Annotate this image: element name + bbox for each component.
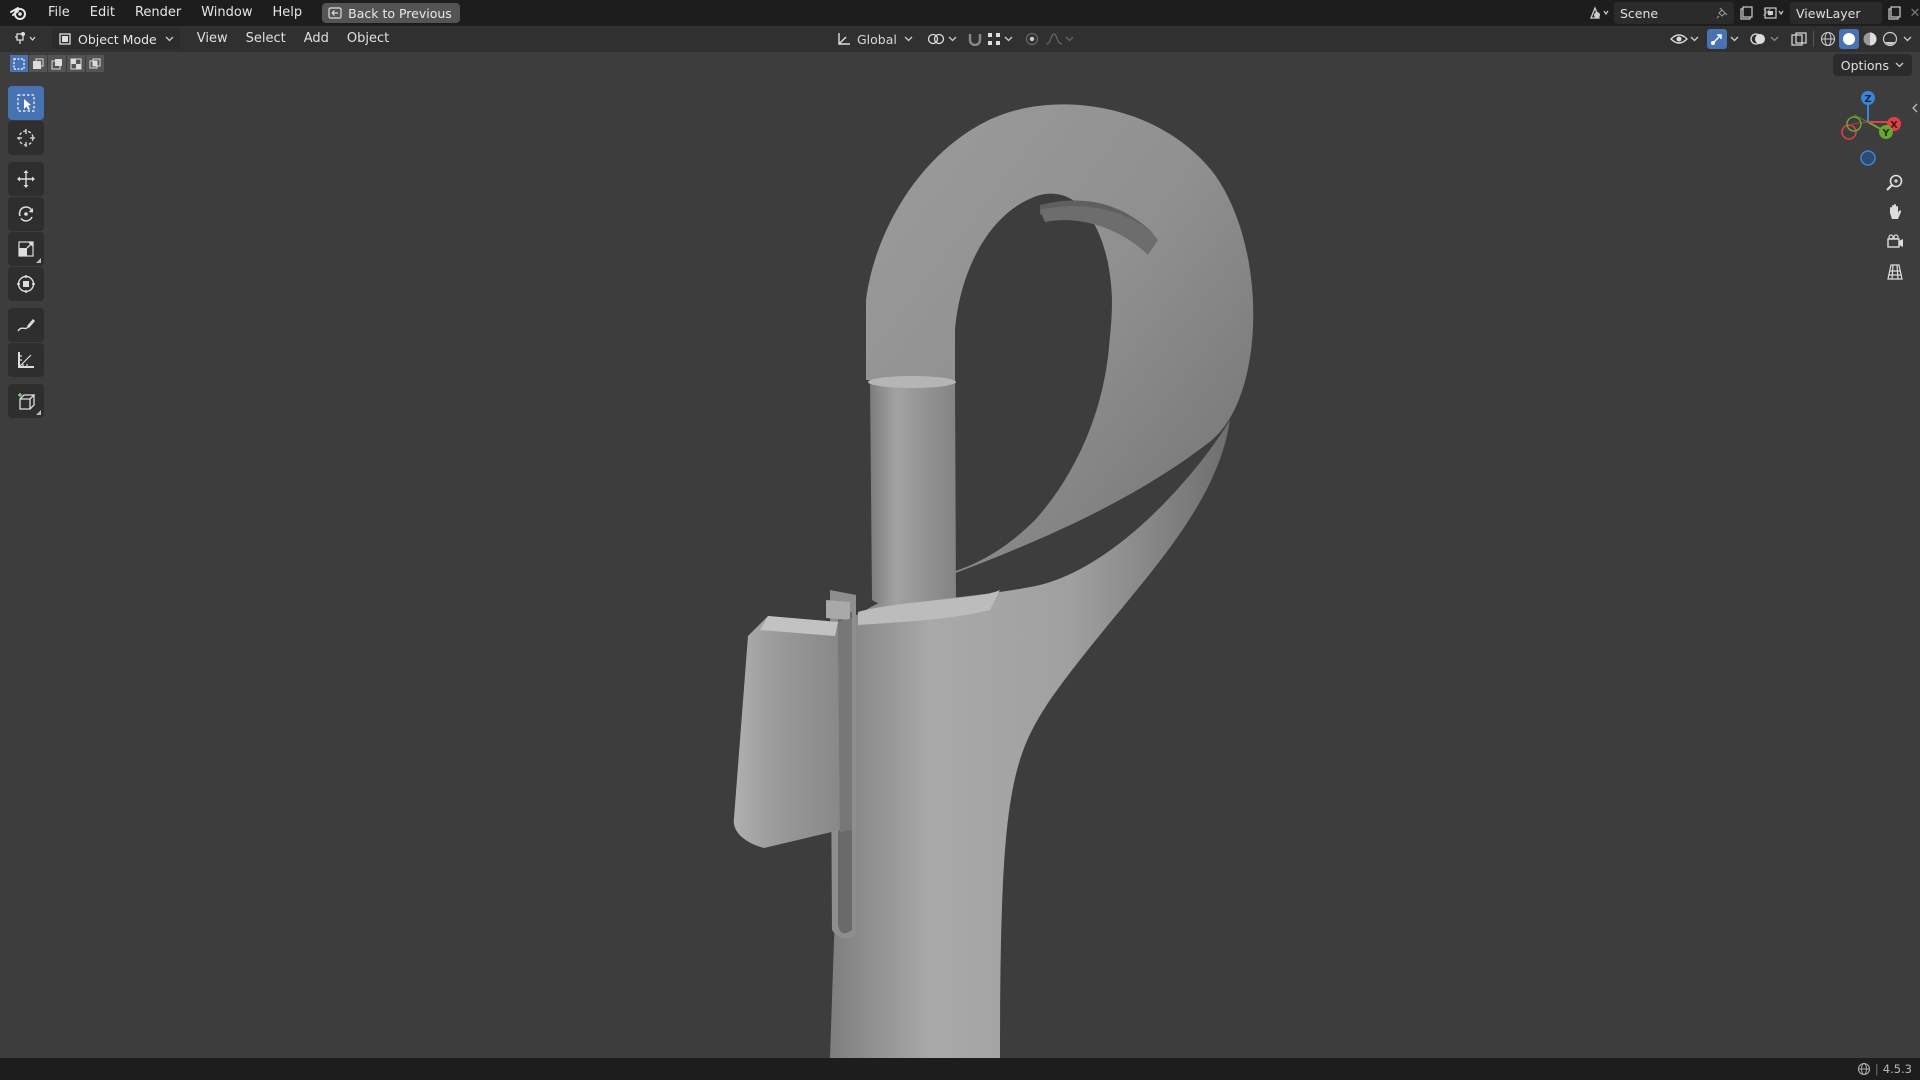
solid-shading-icon[interactable] [1839, 29, 1859, 49]
object-mode-label: Object Mode [78, 31, 157, 47]
menu-window[interactable]: Window [191, 0, 262, 26]
gizmo-toggle-icon[interactable] [1707, 29, 1727, 49]
snap-increment-icon[interactable] [987, 32, 1001, 46]
cursor-tool-icon[interactable] [8, 121, 44, 155]
options-label: Options [1840, 57, 1889, 73]
viewport-shading-group [1670, 26, 1912, 52]
annotate-tool-icon[interactable] [8, 308, 44, 342]
wireframe-shading-icon[interactable] [1820, 31, 1836, 47]
proportional-editing-group[interactable] [1025, 32, 1074, 46]
chevron-down-icon [1730, 36, 1739, 42]
zoom-icon[interactable] [1880, 168, 1910, 196]
scene-selector: Scene ✕ [1584, 2, 1776, 24]
visibility-icon[interactable] [1670, 32, 1688, 46]
hook-model[interactable] [733, 104, 1254, 1058]
left-toolbar [8, 86, 46, 419]
select-new-icon[interactable] [10, 55, 28, 72]
menu-select[interactable]: Select [237, 26, 295, 52]
chevron-down-icon [1895, 62, 1904, 68]
top-bar: File Edit Render Window Help Back to Pre… [0, 0, 1920, 26]
back-icon [328, 7, 342, 19]
orientation-dropdown[interactable]: Global [836, 32, 913, 47]
orientation-icon [838, 33, 850, 45]
chevron-down-icon [904, 36, 913, 42]
select-intersect-icon[interactable] [86, 55, 104, 72]
menu-file[interactable]: File [38, 0, 80, 26]
menu-edit[interactable]: Edit [80, 0, 125, 26]
proportional-editing-icon[interactable] [1025, 32, 1039, 46]
menu-view[interactable]: View [188, 26, 237, 52]
navigation-gizmo[interactable]: Z X Y [1832, 86, 1904, 166]
selection-mode-group [10, 55, 105, 72]
material-preview-icon[interactable] [1862, 31, 1878, 47]
back-to-previous-button[interactable]: Back to Previous [322, 3, 460, 23]
chevron-down-icon [1770, 36, 1779, 42]
gizmo-z-label: Z [1864, 94, 1871, 105]
options-dropdown[interactable]: Options [1832, 54, 1912, 76]
viewport-3d-canvas[interactable] [0, 52, 1920, 1058]
snap-group[interactable] [967, 32, 1013, 46]
pivot-icon [927, 33, 945, 45]
overlays-icon[interactable] [1749, 32, 1767, 46]
add-cube-tool-icon[interactable] [8, 384, 44, 418]
blender-logo-icon[interactable] [8, 2, 30, 24]
view-layer-selector: ViewLayer ✕ [1760, 2, 1920, 24]
camera-view-icon[interactable] [1880, 228, 1910, 256]
pivot-point-dropdown[interactable] [927, 32, 957, 46]
status-separator: | [1874, 1062, 1879, 1076]
view-layer-type-icon[interactable] [1760, 2, 1790, 24]
viewport-header: Object Mode View Select Add Object Globa… [0, 26, 1920, 52]
editor-type-icon[interactable] [6, 28, 46, 50]
network-icon [1857, 1062, 1870, 1076]
chevron-down-icon [1065, 36, 1074, 42]
measure-tool-icon[interactable] [8, 343, 44, 377]
gizmo-neg-x-icon [1841, 124, 1857, 140]
falloff-icon[interactable] [1045, 32, 1063, 46]
view-layer-name: ViewLayer [1796, 5, 1861, 21]
select-box-tool-icon[interactable] [8, 86, 44, 120]
scale-tool-icon[interactable] [8, 232, 44, 266]
sidebar-toggle-icon[interactable] [1910, 100, 1920, 116]
orientation-label: Global [857, 31, 897, 47]
view-layer-name-field[interactable]: ViewLayer [1790, 2, 1882, 24]
version-label: 4.5.3 [1882, 1062, 1912, 1076]
xray-icon[interactable] [1791, 32, 1807, 46]
pan-hand-icon[interactable] [1880, 198, 1910, 226]
gizmo-y-label: Y [1881, 128, 1890, 139]
status-bar: | 4.5.3 [0, 1058, 1920, 1080]
chevron-down-icon [948, 36, 957, 42]
select-subtract-icon[interactable] [48, 55, 66, 72]
new-scene-icon[interactable] [1734, 2, 1758, 24]
transform-tool-icon[interactable] [8, 267, 44, 301]
pin-icon[interactable] [1716, 7, 1728, 19]
new-view-layer-icon[interactable] [1882, 2, 1906, 24]
move-tool-icon[interactable] [8, 162, 44, 196]
rotate-tool-icon[interactable] [8, 197, 44, 231]
menu-help[interactable]: Help [263, 0, 313, 26]
scene-name: Scene [1620, 5, 1659, 21]
perspective-toggle-icon[interactable] [1880, 258, 1910, 286]
transform-tools-group: Global [836, 26, 1074, 52]
scene-name-field[interactable]: Scene [1614, 2, 1734, 24]
rendered-shading-icon[interactable] [1882, 31, 1898, 47]
delete-view-layer-icon[interactable]: ✕ [1906, 2, 1920, 24]
select-invert-icon[interactable] [67, 55, 85, 72]
object-mode-dropdown[interactable]: Object Mode [52, 29, 180, 49]
chevron-down-icon [1004, 36, 1013, 42]
chevron-down-icon [165, 36, 174, 42]
chevron-down-icon [1903, 36, 1912, 42]
menu-object[interactable]: Object [338, 26, 398, 52]
gizmo-neg-z-icon [1860, 150, 1876, 166]
magnet-icon[interactable] [967, 32, 983, 46]
object-mode-icon [59, 33, 71, 45]
menu-add[interactable]: Add [295, 26, 338, 52]
menu-render[interactable]: Render [125, 0, 191, 26]
back-to-previous-label: Back to Previous [348, 5, 452, 21]
select-extend-icon[interactable] [29, 55, 47, 72]
chevron-down-icon [1690, 36, 1699, 42]
scene-type-icon[interactable] [1584, 2, 1614, 24]
